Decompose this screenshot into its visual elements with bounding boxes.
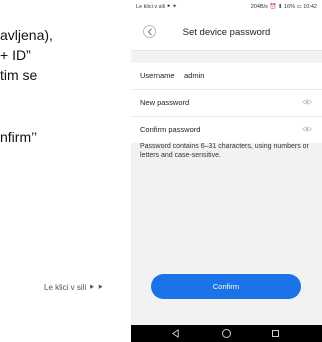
square-recent-icon[interactable]: [272, 330, 279, 337]
password-hint: Password contains 6–31 characters, using…: [140, 143, 309, 159]
app-header: Set device password: [131, 17, 322, 51]
document-line-4: nfirm’’: [0, 129, 38, 145]
document-line-1: avljena),: [0, 27, 53, 43]
triangle-back-icon[interactable]: [171, 329, 180, 338]
password-form: Username admin New password Confirm pass…: [131, 63, 322, 143]
page-title: Set device password: [182, 27, 271, 38]
document-line-3: tim se: [0, 67, 38, 83]
new-password-row[interactable]: New password: [131, 90, 322, 117]
document-snippet: avljena), + ID” tim se nfirm’’ Le klici …: [0, 0, 130, 342]
new-password-field[interactable]: New password: [140, 98, 189, 107]
confirm-button[interactable]: Confirm: [151, 274, 301, 299]
eye-icon[interactable]: [302, 99, 312, 105]
username-row: Username admin: [131, 63, 322, 90]
username-value: admin: [184, 71, 205, 80]
status-bar: Le klici v sili ⯈ ⯈ 204B/s ⏰ ⬆ 16% ▭ 10:…: [131, 0, 322, 17]
navigation-bar: [131, 325, 322, 342]
circle-home-icon[interactable]: [222, 329, 231, 338]
confirm-password-row[interactable]: Confirm password: [131, 117, 322, 143]
eye-icon[interactable]: [302, 126, 312, 132]
status-left-text: Le klici v sili ⯈ ⯈: [136, 4, 177, 10]
phone-screen: Le klici v sili ⯈ ⯈ 204B/s ⏰ ⬆ 16% ▭ 10:…: [131, 0, 322, 342]
document-line-2: + ID”: [0, 47, 31, 63]
confirm-password-field[interactable]: Confirm password: [140, 125, 200, 134]
status-right-text: 204B/s ⏰ ⬆ 16% ▭ 10:42: [250, 4, 317, 10]
username-label: Username: [140, 71, 175, 80]
document-footer-text: Le klici v sili ⯈ ⯈: [44, 283, 104, 292]
